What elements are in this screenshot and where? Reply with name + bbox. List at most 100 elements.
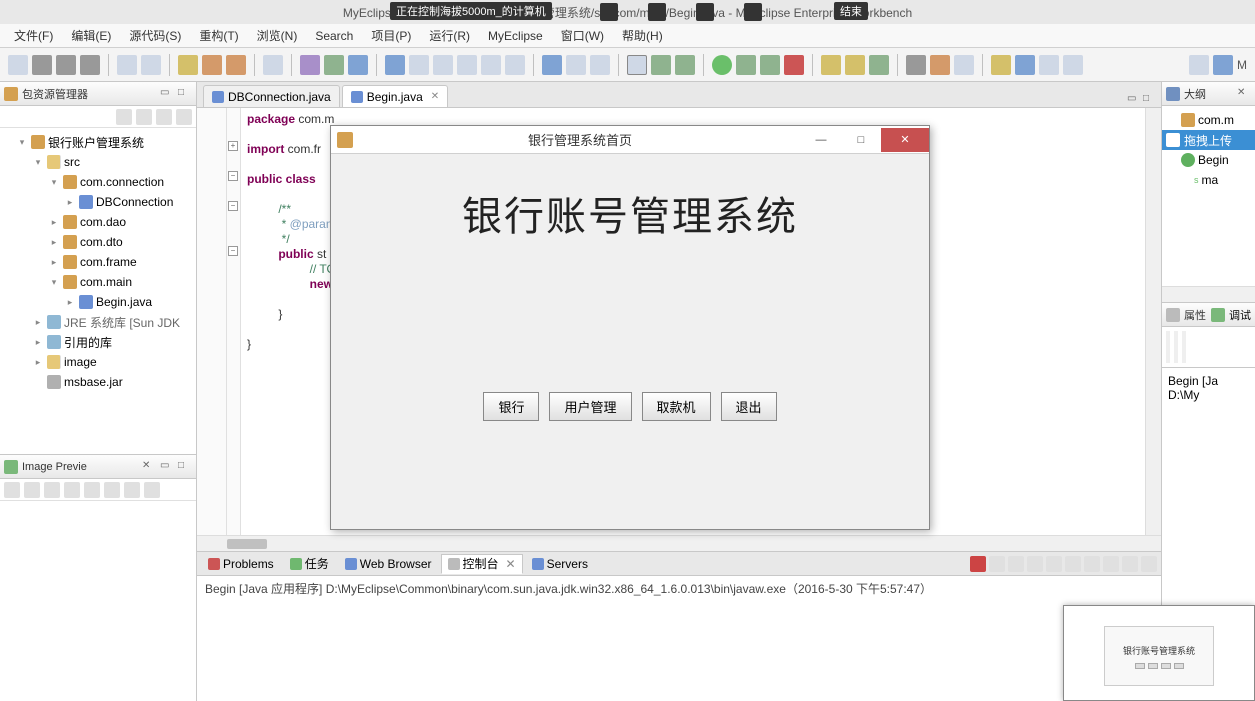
db-button[interactable] [566,55,586,75]
tool-button[interactable] [117,55,137,75]
save-all-button[interactable] [56,55,76,75]
fold-marker[interactable]: − [228,246,238,256]
bank-button[interactable]: 银行 [483,392,539,421]
close-icon[interactable]: ✕ [506,557,516,571]
image-folder-node[interactable]: ▸image [0,352,196,372]
exit-button[interactable]: 退出 [721,392,777,421]
menu-source[interactable]: 源代码(S) [121,25,189,46]
debug-button[interactable] [675,55,695,75]
outline-package-node[interactable]: com.m [1162,110,1255,130]
wizard-button[interactable] [324,55,344,75]
resume-button[interactable] [1166,331,1170,363]
annotation-button[interactable] [930,55,950,75]
minimize-icon[interactable]: ▭ [160,87,174,101]
run-button[interactable] [712,55,732,75]
terminate-button[interactable] [970,556,986,572]
remove-button[interactable] [989,556,1005,572]
server-button[interactable] [481,55,501,75]
menu-help[interactable]: 帮助(H) [614,25,671,46]
minimize-button[interactable] [1122,556,1138,572]
debug-as-button[interactable] [736,55,756,75]
debug-button[interactable] [651,55,671,75]
new-package-button[interactable] [845,55,865,75]
close-button[interactable]: ✕ [881,128,929,152]
maximize-icon[interactable]: □ [178,460,192,474]
package-explorer-tree[interactable]: ▾银行账户管理系统 ▾src ▾com.connection ▸DBConnec… [0,128,196,454]
properties-header[interactable]: 属性 调试 [1162,303,1255,327]
display-button[interactable] [1084,556,1100,572]
outline-header[interactable]: 大纲 ✕ [1162,82,1255,106]
options-button[interactable] [144,482,160,498]
debug-stack[interactable]: Begin [Ja D:\My [1162,368,1255,408]
server-button[interactable] [457,55,477,75]
link-editor-button[interactable] [156,109,172,125]
new-class-button[interactable] [821,55,841,75]
jre-library-node[interactable]: ▸JRE 系统库 [Sun JDK [0,312,196,332]
fold-marker[interactable]: − [228,171,238,181]
coverage-button[interactable] [760,55,780,75]
image-preview-header[interactable]: Image Previe ✕ ▭ □ [0,455,196,479]
tasks-tab[interactable]: 任务 [283,554,336,574]
servers-tab[interactable]: Servers [525,554,595,574]
tool-button[interactable] [141,55,161,75]
build-button[interactable] [263,55,283,75]
maximize-button[interactable]: □ [841,128,881,152]
pin-button[interactable] [1065,556,1081,572]
perspective-button[interactable] [1189,55,1209,75]
search-button[interactable] [906,55,926,75]
menu-window[interactable]: 窗口(W) [553,25,612,46]
remote-thumbnail[interactable]: 银行账号管理系统 [1063,605,1255,701]
web-browser-tab[interactable]: Web Browser [338,554,439,574]
minimize-button[interactable]: — [801,128,841,152]
scroll-lock-button[interactable] [1046,556,1062,572]
open-type-button[interactable] [869,55,889,75]
drag-upload-bar[interactable]: 拖拽上传 [1162,130,1255,150]
remove-all-button[interactable] [1008,556,1024,572]
db-button[interactable] [590,55,610,75]
outline-tree[interactable]: com.m 拖拽上传 Begin sma [1162,106,1255,286]
print-button[interactable] [80,55,100,75]
atm-button[interactable]: 取款机 [642,392,711,421]
outline-class-node[interactable]: Begin [1162,150,1255,170]
package-node[interactable]: ▸com.frame [0,252,196,272]
menu-button[interactable] [176,109,192,125]
class-node[interactable]: ▸DBConnection [0,192,196,212]
ruler-button[interactable] [1039,55,1059,75]
server-button[interactable] [433,55,453,75]
db-button[interactable] [542,55,562,75]
clear-button[interactable] [1027,556,1043,572]
zoom-in-button[interactable] [44,482,60,498]
package-button[interactable] [202,55,222,75]
close-icon[interactable]: ✕ [1237,87,1251,101]
forward-button[interactable] [136,109,152,125]
perspective-switch[interactable] [1213,55,1233,75]
close-tab-icon[interactable]: ✕ [431,91,439,102]
save-button[interactable] [32,55,52,75]
grid-button[interactable] [124,482,140,498]
package-node[interactable]: ▾com.main [0,272,196,292]
menu-edit[interactable]: 编辑(E) [63,25,119,46]
end-overlay[interactable]: 结束 [834,2,868,20]
referenced-lib-node[interactable]: ▸引用的库 [0,332,196,352]
new-button[interactable] [8,55,28,75]
deploy-button[interactable] [178,55,198,75]
menu-run[interactable]: 运行(R) [421,25,478,46]
menu-myeclipse[interactable]: MyEclipse [480,27,551,45]
task-button[interactable] [954,55,974,75]
guide-button[interactable] [1063,55,1083,75]
fold-marker[interactable]: − [228,201,238,211]
server-button[interactable] [409,55,429,75]
console-output[interactable]: Begin [Java 应用程序] D:\MyEclipse\Common\bi… [197,576,1161,701]
src-folder-node[interactable]: ▾src [0,152,196,172]
editor-tab-begin[interactable]: Begin.java ✕ [342,85,448,107]
back-button[interactable] [116,109,132,125]
user-manage-button[interactable]: 用户管理 [549,392,631,421]
server-button[interactable] [385,55,405,75]
package-node[interactable]: ▾com.connection [0,172,196,192]
package-node[interactable]: ▸com.dao [0,212,196,232]
outline-scrollbar[interactable] [1162,286,1255,302]
package-button[interactable] [226,55,246,75]
fit-button[interactable] [84,482,100,498]
minimize-icon[interactable]: ▭ [160,460,174,474]
wizard-button[interactable] [300,55,320,75]
